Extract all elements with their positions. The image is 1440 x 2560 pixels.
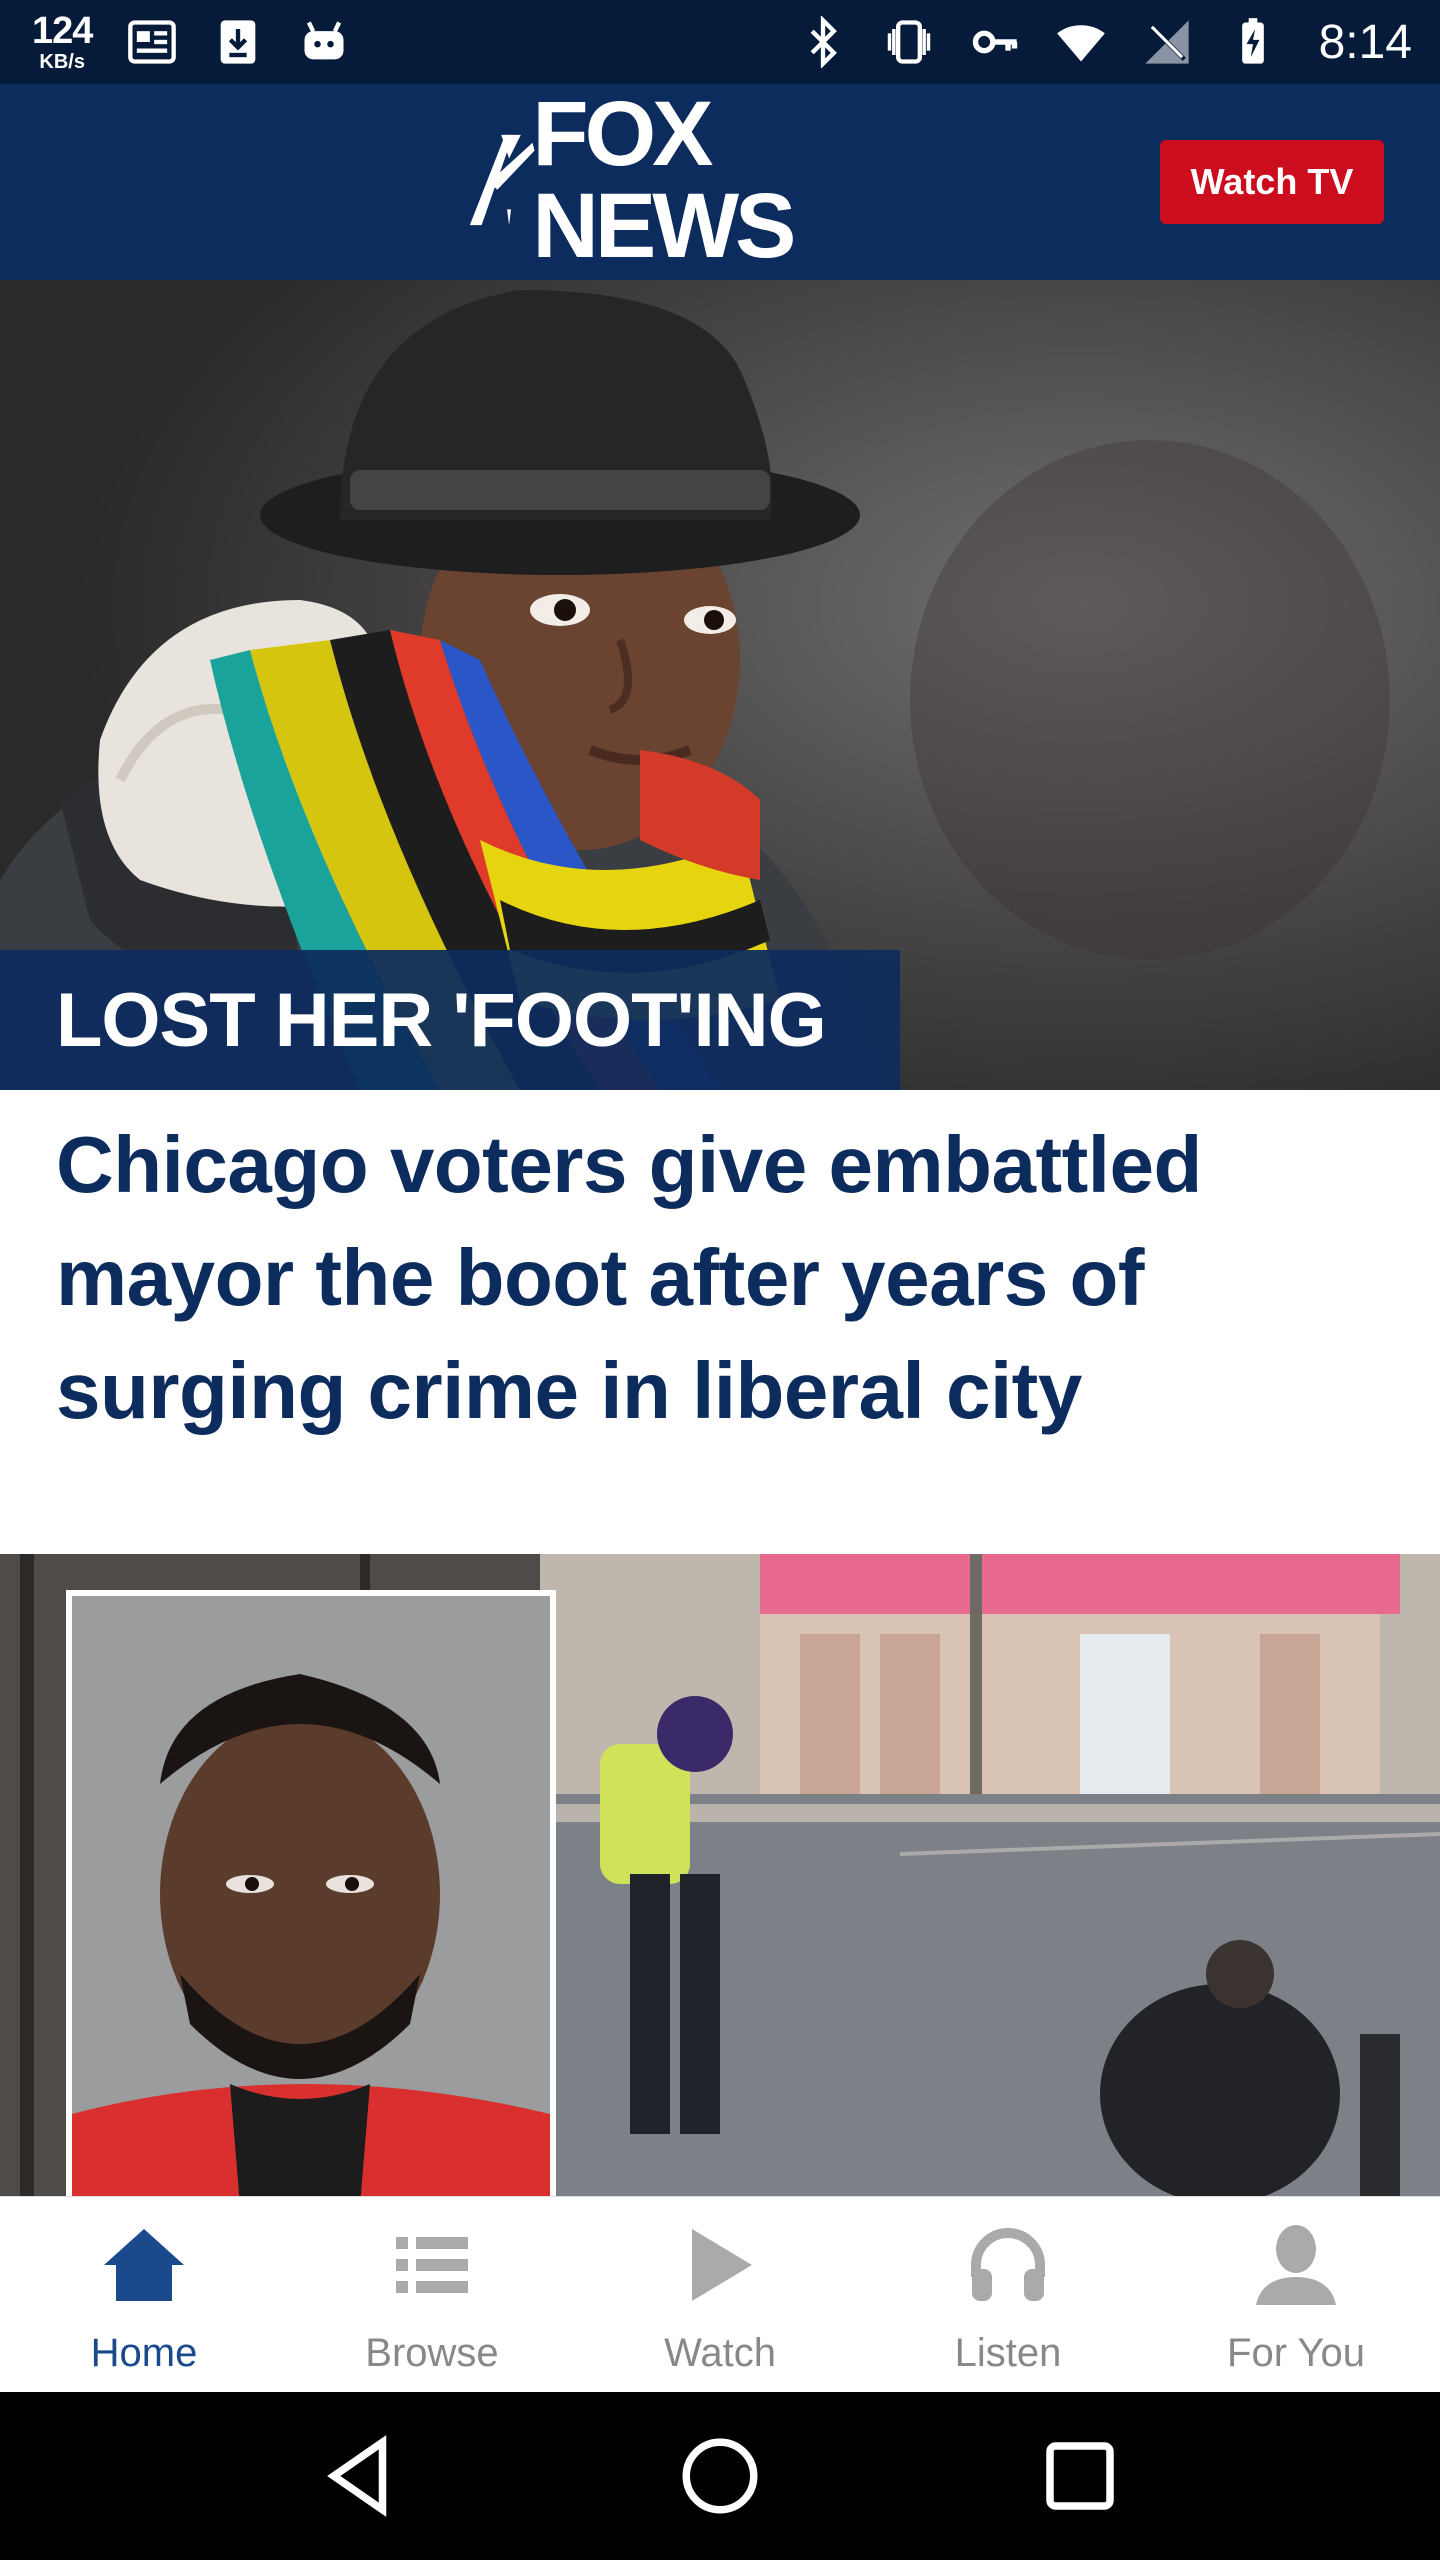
nav-item-home[interactable]: Home (0, 2197, 288, 2393)
no-signal-icon (1141, 16, 1193, 68)
home-circle-icon[interactable] (675, 2431, 765, 2521)
network-speed-unit: KB/s (39, 51, 85, 73)
recents-icon[interactable] (1035, 2431, 1125, 2521)
news-icon (126, 16, 178, 68)
vpn-key-icon (969, 16, 1021, 68)
nav-label-watch: Watch (664, 2331, 776, 2375)
system-nav-bar (0, 2392, 1440, 2560)
download-icon (212, 16, 264, 68)
logo-text: FOX NEWS (532, 83, 796, 277)
android-icon (298, 16, 350, 68)
home-icon (96, 2217, 192, 2313)
headphones-icon (960, 2217, 1056, 2313)
watch-tv-button[interactable]: Watch TV (1160, 140, 1384, 224)
nav-label-for-you: For You (1227, 2331, 1365, 2375)
nav-label-browse: Browse (365, 2331, 499, 2375)
clock: 8:14 (1318, 15, 1412, 69)
status-bar-left: 124 KB/s (32, 12, 350, 72)
network-speed-value: 124 (32, 10, 93, 52)
play-icon (672, 2217, 768, 2313)
nav-item-listen[interactable]: Listen (864, 2197, 1152, 2393)
kicker-text: LOST HER 'FOOT'ING (56, 977, 827, 1063)
nav-item-for-you[interactable]: For You (1152, 2197, 1440, 2393)
network-speed: 124 KB/s (32, 10, 93, 73)
bluetooth-icon (797, 16, 849, 68)
status-bar: 124 KB/s 8:14 (0, 0, 1440, 84)
app-header: FOX NEWS Watch TV (0, 84, 1440, 280)
battery-charging-icon (1227, 16, 1279, 68)
person-icon (1248, 2217, 1344, 2313)
second-story-image[interactable] (0, 1554, 1440, 2196)
status-bar-right: 8:14 (797, 15, 1412, 70)
bottom-nav: Home Browse Watch Listen For You (0, 2196, 1440, 2392)
fox-news-logo[interactable]: FOX NEWS (462, 88, 982, 272)
second-photo-illustration (0, 1554, 1440, 2196)
nav-label-home: Home (90, 2331, 198, 2375)
nav-item-browse[interactable]: Browse (288, 2197, 576, 2393)
kicker-bar[interactable]: LOST HER 'FOOT'ING (0, 950, 900, 1090)
nav-label-listen: Listen (954, 2331, 1062, 2375)
wifi-icon (1055, 16, 1107, 68)
logo-mark-icon (469, 134, 535, 226)
hero-headline[interactable]: Chicago voters give embattled mayor the … (56, 1108, 1396, 1447)
vibrate-icon (883, 16, 935, 68)
nav-item-watch[interactable]: Watch (576, 2197, 864, 2393)
list-icon (384, 2217, 480, 2313)
back-icon[interactable] (315, 2431, 405, 2521)
